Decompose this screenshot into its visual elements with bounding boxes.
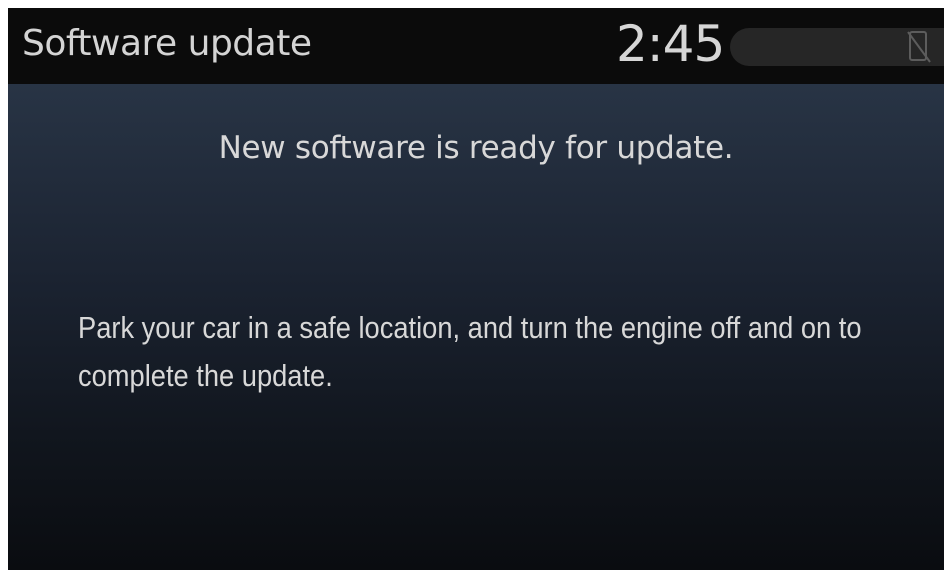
phone-disconnected-icon — [907, 31, 931, 63]
update-instruction: Park your car in a safe location, and tu… — [78, 310, 862, 393]
infotainment-screen: Software update 2:45 New software is rea… — [8, 8, 944, 570]
update-headline: New software is ready for update. — [218, 130, 734, 166]
page-title: Software update — [22, 23, 312, 64]
update-message-panel: New software is ready for update. Park y… — [8, 84, 944, 570]
clock: 2:45 — [616, 15, 725, 73]
header-bar: Software update 2:45 — [8, 8, 944, 84]
